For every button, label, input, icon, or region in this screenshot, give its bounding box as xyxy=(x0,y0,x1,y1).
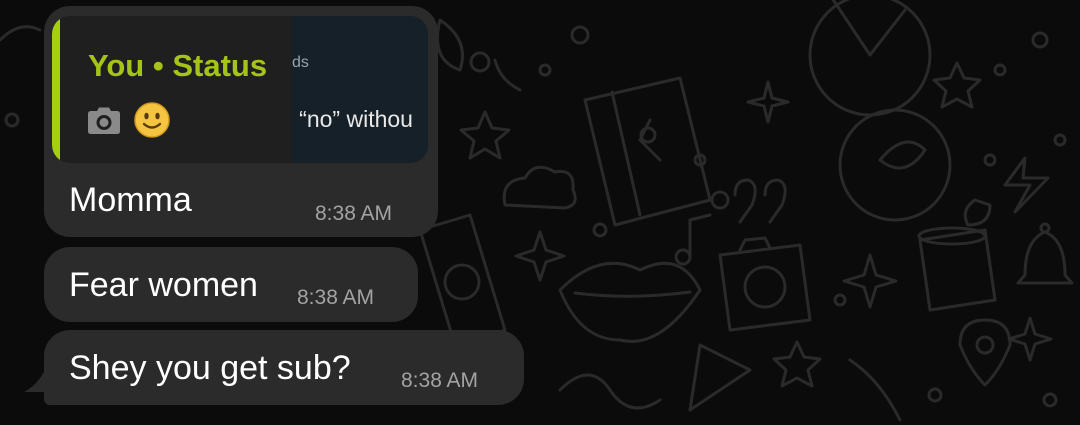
status-thumbnail: ds g “no” withou xyxy=(292,16,428,163)
status-reply-preview[interactable]: You • Status ds g “no” withou xyxy=(52,16,428,163)
message-timestamp: 8:38 AM xyxy=(297,286,375,309)
reply-author-label: You • Status xyxy=(88,48,268,83)
message-bubble[interactable]: Shey you get sub? 8:38 AM xyxy=(44,330,524,405)
reply-accent-bar xyxy=(52,16,60,163)
message-text: Shey you get sub? xyxy=(69,349,351,387)
message-bubble[interactable]: You • Status ds g “no” withou Momma 8:38… xyxy=(44,6,438,237)
reply-media-row xyxy=(88,102,170,138)
slightly-smiling-emoji-icon xyxy=(134,102,170,138)
thumbnail-caption: ds xyxy=(292,54,309,71)
message-text: Fear women xyxy=(69,266,258,304)
message-timestamp: 8:38 AM xyxy=(401,369,479,392)
message-bubble[interactable]: Fear women 8:38 AM xyxy=(44,247,418,322)
message-text: Momma xyxy=(69,181,192,219)
thumbnail-text: g “no” withou xyxy=(292,106,413,132)
message-timestamp: 8:38 AM xyxy=(315,202,393,225)
camera-icon xyxy=(88,107,120,134)
